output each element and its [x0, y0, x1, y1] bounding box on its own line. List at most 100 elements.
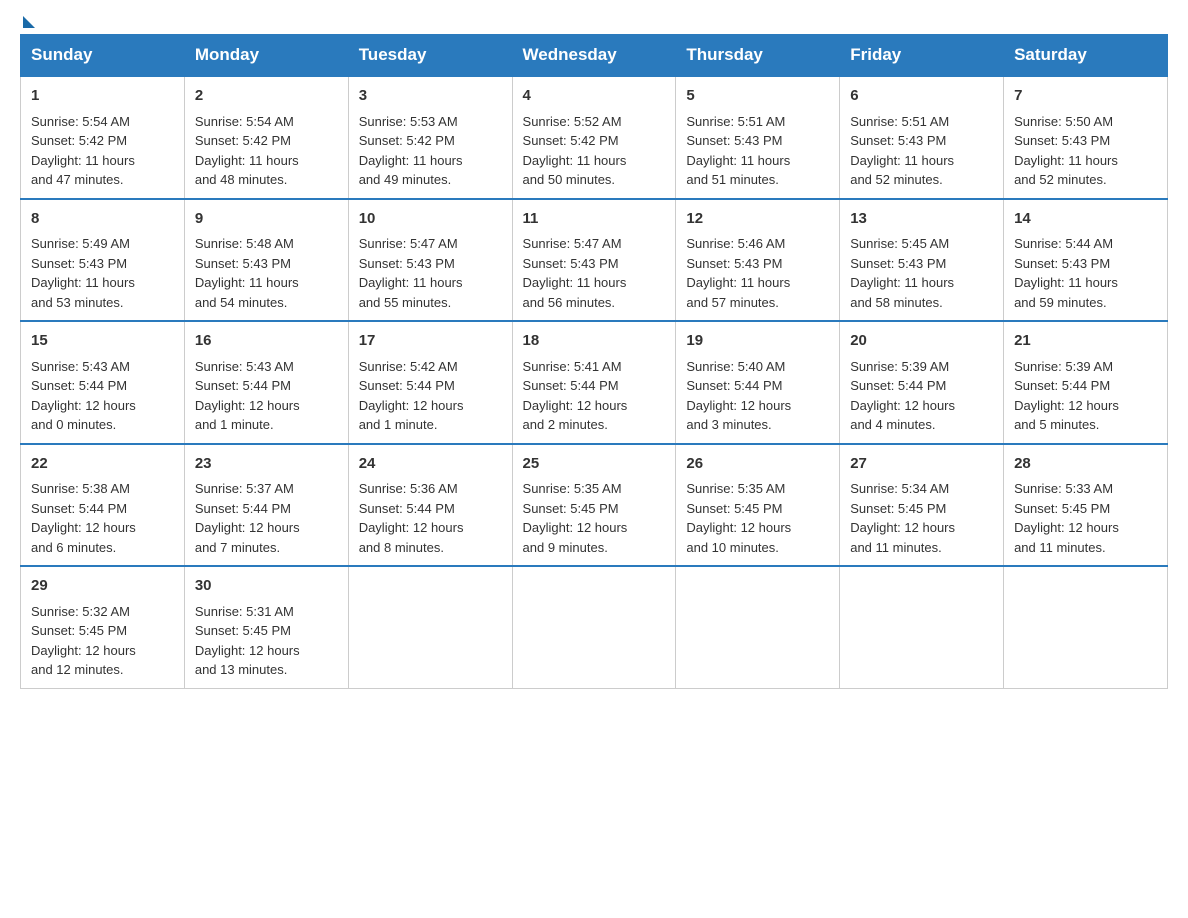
day-info: Sunrise: 5:35 AMSunset: 5:45 PMDaylight:… — [686, 481, 791, 555]
page-header — [20, 20, 1168, 24]
calendar-cell — [840, 566, 1004, 688]
day-number: 7 — [1014, 85, 1157, 108]
calendar-cell: 22 Sunrise: 5:38 AMSunset: 5:44 PMDaylig… — [21, 444, 185, 567]
calendar-table: SundayMondayTuesdayWednesdayThursdayFrid… — [20, 34, 1168, 689]
header-sunday: Sunday — [21, 35, 185, 77]
day-info: Sunrise: 5:39 AMSunset: 5:44 PMDaylight:… — [850, 359, 955, 433]
day-info: Sunrise: 5:44 AMSunset: 5:43 PMDaylight:… — [1014, 236, 1118, 310]
calendar-cell: 15 Sunrise: 5:43 AMSunset: 5:44 PMDaylig… — [21, 321, 185, 444]
day-info: Sunrise: 5:43 AMSunset: 5:44 PMDaylight:… — [31, 359, 136, 433]
calendar-cell: 10 Sunrise: 5:47 AMSunset: 5:43 PMDaylig… — [348, 199, 512, 322]
logo-triangle-icon — [23, 16, 35, 28]
day-number: 12 — [686, 208, 829, 231]
day-info: Sunrise: 5:51 AMSunset: 5:43 PMDaylight:… — [686, 114, 790, 188]
calendar-cell — [348, 566, 512, 688]
day-number: 28 — [1014, 453, 1157, 476]
day-number: 27 — [850, 453, 993, 476]
day-info: Sunrise: 5:52 AMSunset: 5:42 PMDaylight:… — [523, 114, 627, 188]
day-number: 17 — [359, 330, 502, 353]
day-info: Sunrise: 5:38 AMSunset: 5:44 PMDaylight:… — [31, 481, 136, 555]
calendar-cell: 11 Sunrise: 5:47 AMSunset: 5:43 PMDaylig… — [512, 199, 676, 322]
calendar-cell: 30 Sunrise: 5:31 AMSunset: 5:45 PMDaylig… — [184, 566, 348, 688]
day-number: 18 — [523, 330, 666, 353]
day-info: Sunrise: 5:48 AMSunset: 5:43 PMDaylight:… — [195, 236, 299, 310]
calendar-cell: 18 Sunrise: 5:41 AMSunset: 5:44 PMDaylig… — [512, 321, 676, 444]
day-number: 10 — [359, 208, 502, 231]
day-info: Sunrise: 5:43 AMSunset: 5:44 PMDaylight:… — [195, 359, 300, 433]
calendar-cell: 26 Sunrise: 5:35 AMSunset: 5:45 PMDaylig… — [676, 444, 840, 567]
header-saturday: Saturday — [1004, 35, 1168, 77]
day-number: 8 — [31, 208, 174, 231]
calendar-cell: 4 Sunrise: 5:52 AMSunset: 5:42 PMDayligh… — [512, 76, 676, 199]
day-number: 4 — [523, 85, 666, 108]
day-info: Sunrise: 5:53 AMSunset: 5:42 PMDaylight:… — [359, 114, 463, 188]
day-number: 9 — [195, 208, 338, 231]
day-info: Sunrise: 5:49 AMSunset: 5:43 PMDaylight:… — [31, 236, 135, 310]
calendar-cell: 1 Sunrise: 5:54 AMSunset: 5:42 PMDayligh… — [21, 76, 185, 199]
day-info: Sunrise: 5:35 AMSunset: 5:45 PMDaylight:… — [523, 481, 628, 555]
calendar-cell: 28 Sunrise: 5:33 AMSunset: 5:45 PMDaylig… — [1004, 444, 1168, 567]
calendar-cell — [1004, 566, 1168, 688]
calendar-cell: 24 Sunrise: 5:36 AMSunset: 5:44 PMDaylig… — [348, 444, 512, 567]
day-number: 30 — [195, 575, 338, 598]
calendar-cell: 2 Sunrise: 5:54 AMSunset: 5:42 PMDayligh… — [184, 76, 348, 199]
header-thursday: Thursday — [676, 35, 840, 77]
header-monday: Monday — [184, 35, 348, 77]
day-info: Sunrise: 5:32 AMSunset: 5:45 PMDaylight:… — [31, 604, 136, 678]
calendar-week-row: 22 Sunrise: 5:38 AMSunset: 5:44 PMDaylig… — [21, 444, 1168, 567]
day-info: Sunrise: 5:50 AMSunset: 5:43 PMDaylight:… — [1014, 114, 1118, 188]
calendar-cell: 16 Sunrise: 5:43 AMSunset: 5:44 PMDaylig… — [184, 321, 348, 444]
calendar-cell: 20 Sunrise: 5:39 AMSunset: 5:44 PMDaylig… — [840, 321, 1004, 444]
day-number: 22 — [31, 453, 174, 476]
day-number: 16 — [195, 330, 338, 353]
day-number: 1 — [31, 85, 174, 108]
day-info: Sunrise: 5:42 AMSunset: 5:44 PMDaylight:… — [359, 359, 464, 433]
day-number: 19 — [686, 330, 829, 353]
calendar-cell: 7 Sunrise: 5:50 AMSunset: 5:43 PMDayligh… — [1004, 76, 1168, 199]
calendar-cell: 21 Sunrise: 5:39 AMSunset: 5:44 PMDaylig… — [1004, 321, 1168, 444]
calendar-cell: 6 Sunrise: 5:51 AMSunset: 5:43 PMDayligh… — [840, 76, 1004, 199]
day-info: Sunrise: 5:31 AMSunset: 5:45 PMDaylight:… — [195, 604, 300, 678]
day-info: Sunrise: 5:41 AMSunset: 5:44 PMDaylight:… — [523, 359, 628, 433]
day-number: 5 — [686, 85, 829, 108]
logo — [20, 20, 35, 24]
calendar-cell: 5 Sunrise: 5:51 AMSunset: 5:43 PMDayligh… — [676, 76, 840, 199]
day-number: 21 — [1014, 330, 1157, 353]
day-number: 26 — [686, 453, 829, 476]
calendar-cell: 17 Sunrise: 5:42 AMSunset: 5:44 PMDaylig… — [348, 321, 512, 444]
day-info: Sunrise: 5:34 AMSunset: 5:45 PMDaylight:… — [850, 481, 955, 555]
day-number: 11 — [523, 208, 666, 231]
calendar-header-row: SundayMondayTuesdayWednesdayThursdayFrid… — [21, 35, 1168, 77]
day-info: Sunrise: 5:36 AMSunset: 5:44 PMDaylight:… — [359, 481, 464, 555]
calendar-week-row: 1 Sunrise: 5:54 AMSunset: 5:42 PMDayligh… — [21, 76, 1168, 199]
day-info: Sunrise: 5:37 AMSunset: 5:44 PMDaylight:… — [195, 481, 300, 555]
day-info: Sunrise: 5:33 AMSunset: 5:45 PMDaylight:… — [1014, 481, 1119, 555]
day-info: Sunrise: 5:40 AMSunset: 5:44 PMDaylight:… — [686, 359, 791, 433]
day-number: 2 — [195, 85, 338, 108]
header-friday: Friday — [840, 35, 1004, 77]
header-wednesday: Wednesday — [512, 35, 676, 77]
day-number: 15 — [31, 330, 174, 353]
calendar-week-row: 15 Sunrise: 5:43 AMSunset: 5:44 PMDaylig… — [21, 321, 1168, 444]
day-info: Sunrise: 5:45 AMSunset: 5:43 PMDaylight:… — [850, 236, 954, 310]
calendar-cell: 14 Sunrise: 5:44 AMSunset: 5:43 PMDaylig… — [1004, 199, 1168, 322]
calendar-cell: 27 Sunrise: 5:34 AMSunset: 5:45 PMDaylig… — [840, 444, 1004, 567]
day-info: Sunrise: 5:54 AMSunset: 5:42 PMDaylight:… — [195, 114, 299, 188]
day-info: Sunrise: 5:47 AMSunset: 5:43 PMDaylight:… — [523, 236, 627, 310]
day-number: 14 — [1014, 208, 1157, 231]
day-number: 25 — [523, 453, 666, 476]
calendar-cell — [676, 566, 840, 688]
day-number: 23 — [195, 453, 338, 476]
day-info: Sunrise: 5:54 AMSunset: 5:42 PMDaylight:… — [31, 114, 135, 188]
calendar-cell: 23 Sunrise: 5:37 AMSunset: 5:44 PMDaylig… — [184, 444, 348, 567]
calendar-cell: 12 Sunrise: 5:46 AMSunset: 5:43 PMDaylig… — [676, 199, 840, 322]
day-info: Sunrise: 5:47 AMSunset: 5:43 PMDaylight:… — [359, 236, 463, 310]
calendar-week-row: 29 Sunrise: 5:32 AMSunset: 5:45 PMDaylig… — [21, 566, 1168, 688]
day-number: 20 — [850, 330, 993, 353]
calendar-week-row: 8 Sunrise: 5:49 AMSunset: 5:43 PMDayligh… — [21, 199, 1168, 322]
day-info: Sunrise: 5:51 AMSunset: 5:43 PMDaylight:… — [850, 114, 954, 188]
calendar-cell: 25 Sunrise: 5:35 AMSunset: 5:45 PMDaylig… — [512, 444, 676, 567]
day-number: 29 — [31, 575, 174, 598]
calendar-cell: 19 Sunrise: 5:40 AMSunset: 5:44 PMDaylig… — [676, 321, 840, 444]
calendar-cell: 13 Sunrise: 5:45 AMSunset: 5:43 PMDaylig… — [840, 199, 1004, 322]
